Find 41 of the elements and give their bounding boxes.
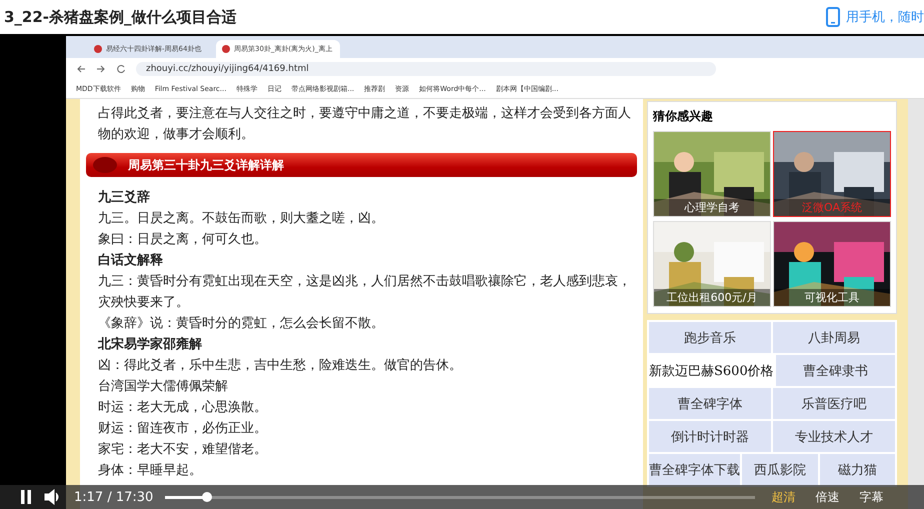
paragraph: 台湾国学大儒傅佩荣解 <box>98 378 229 396</box>
paragraph: 《象辞》说：黄昏时分的霓虹，怎么会长留不散。 <box>98 315 385 333</box>
related-link[interactable]: 曹全碑字体下载 <box>649 454 740 485</box>
progress-thumb[interactable] <box>202 492 212 502</box>
quality-button[interactable]: 超清 <box>767 488 800 506</box>
section-heading: 九三爻辞 <box>98 188 151 207</box>
related-link[interactable]: 八卦周易 <box>773 322 895 353</box>
paragraph: 凶：得此爻者，乐中生悲，吉中生愁，险难迭生。做官的告休。 <box>98 357 463 375</box>
playback-time: 1:17 / 17:30 <box>74 490 154 504</box>
related-link[interactable]: 西瓜影院 <box>742 454 818 485</box>
paragraph: 九三：黄昏时分有霓虹出现在天空，这是凶兆，人们居然不击鼓唱歌禳除它，老人感到悲哀，灾殃快要来了。 <box>98 273 632 312</box>
paragraph: 身体：早睡早起。 <box>98 462 203 480</box>
sidebar-title: 猜你感兴趣 <box>653 108 714 125</box>
related-link[interactable]: 曹全碑字体 <box>649 388 771 419</box>
related-link[interactable]: 曹全碑隶书 <box>776 355 895 386</box>
related-link[interactable]: 倒计时计时器 <box>649 421 771 452</box>
forward-icon[interactable] <box>96 64 106 74</box>
related-link[interactable]: 专业技术人才 <box>773 421 895 452</box>
speed-button[interactable]: 倍速 <box>811 488 844 506</box>
section-banner: 周易第三十卦九三爻详解详解 <box>86 153 637 177</box>
back-icon[interactable] <box>76 64 86 74</box>
reload-icon[interactable] <box>116 64 126 74</box>
subtitles-button[interactable]: 字幕 <box>855 488 888 506</box>
paragraph: 家宅：老大不安，难望偕老。 <box>98 441 268 459</box>
paragraph: 象曰：日昃之离，何可久也。 <box>98 231 268 249</box>
video-title: 3_22-杀猪盘案例_做什么项目合适 <box>4 8 237 26</box>
paragraph: 占得此爻者，要注意在与人交往之时，要遵守中庸之道，不要走极端，这样才会受到各方面人物的欢迎，做事才会顺利。 <box>98 105 632 144</box>
ad-tile[interactable]: 可视化工具 <box>773 221 891 307</box>
pause-icon[interactable] <box>20 490 32 504</box>
address-bar[interactable]: zhouyi.cc/zhouyi/yijing64/4169.html <box>136 62 716 76</box>
phone-icon <box>826 7 840 27</box>
paragraph: 财运：留连夜市，必伤正业。 <box>98 420 268 438</box>
related-link[interactable]: 跑步音乐 <box>649 322 771 353</box>
related-link[interactable]: 磁力猫 <box>820 454 895 485</box>
paragraph: 九三。日昃之离。不鼓缶而歌，则大耋之嗟，凶。 <box>98 210 385 228</box>
section-heading: 白话文解释 <box>98 252 164 270</box>
related-link[interactable]: 乐普医疗吧 <box>773 388 895 419</box>
ad-tile[interactable]: 心理学自考 <box>653 131 771 217</box>
section-heading: 北宋易学家邵雍解 <box>98 336 203 354</box>
ad-tile[interactable]: 工位出租600元/月 <box>653 221 771 307</box>
paragraph: 时运：老大无成，心思涣散。 <box>98 399 268 417</box>
